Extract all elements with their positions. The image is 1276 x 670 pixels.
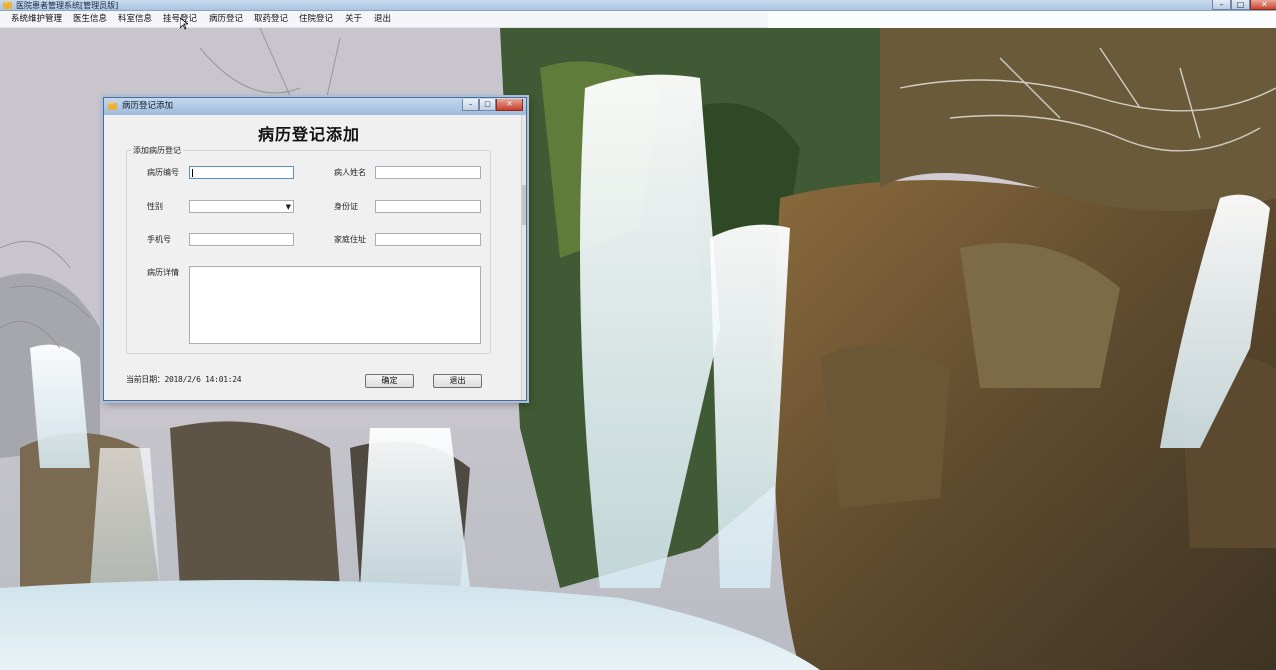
exit-button[interactable]: 退出 [433,374,482,388]
main-window-titlebar[interactable]: 医院患者管理系统[管理员版] – □ ✕ [0,0,1276,11]
address-input[interactable] [375,233,481,246]
dropdown-arrow-icon: ▼ [285,203,291,211]
confirm-button[interactable]: 确定 [365,374,414,388]
patient-name-label: 病人姓名 [334,168,366,177]
details-textarea[interactable] [189,266,481,344]
gender-label: 性别 [147,202,163,211]
groupbox-legend: 添加病历登记 [131,145,183,156]
phone-label: 手机号 [147,235,171,244]
medical-record-add-dialog: 病历登记添加 – □ ✕ 病历登记添加 添加病历登记 病历编号 病人姓名 性别 … [103,97,527,401]
dialog-controls: – □ ✕ [462,99,523,111]
form-heading: 病历登记添加 [257,125,360,144]
maximize-button[interactable]: □ [1231,0,1250,10]
main-window-title: 医院患者管理系统[管理员版] [16,1,119,10]
main-window-controls: – □ ✕ [1212,0,1276,10]
menu-medicine-pickup[interactable]: 取药登记 [254,11,288,28]
id-card-label: 身份证 [334,202,358,211]
menu-department-info[interactable]: 科室信息 [118,11,152,28]
app-icon [3,1,12,9]
dialog-close-button[interactable]: ✕ [496,99,523,111]
address-label: 家庭住址 [334,235,366,244]
dialog-titlebar[interactable]: 病历登记添加 – □ ✕ [104,98,526,115]
dialog-app-icon [108,102,117,110]
dialog-minimize-button[interactable]: – [462,99,479,111]
gender-select[interactable]: ▼ [189,200,294,213]
record-no-input[interactable] [189,166,294,179]
current-date-label: 当前日期：2018/2/6 14:01:24 [126,375,242,384]
menu-doctor-info[interactable]: 医生信息 [73,11,107,28]
dialog-maximize-button[interactable]: □ [479,99,496,111]
phone-input[interactable] [189,233,294,246]
text-caret [192,169,193,177]
dialog-scrollbar-thumb[interactable] [522,185,526,225]
menu-bar: 系统维护管理 医生信息 科室信息 挂号登记 病历登记 取药登记 住院登记 关于 … [0,11,768,28]
details-label: 病历详情 [147,268,179,277]
menu-medical-record[interactable]: 病历登记 [209,11,243,28]
menu-exit[interactable]: 退出 [374,11,391,28]
menu-system-maintenance[interactable]: 系统维护管理 [11,11,62,28]
dialog-scrollbar[interactable] [521,115,526,400]
id-card-input[interactable] [375,200,481,213]
mouse-cursor-icon [180,18,188,30]
record-no-label: 病历编号 [147,168,179,177]
minimize-button[interactable]: – [1212,0,1231,10]
menu-bar-empty-area [768,11,1276,28]
patient-name-input[interactable] [375,166,481,179]
menu-about[interactable]: 关于 [345,11,362,28]
close-button[interactable]: ✕ [1250,0,1276,10]
dialog-title: 病历登记添加 [122,101,174,111]
menu-hospitalization[interactable]: 住院登记 [299,11,333,28]
